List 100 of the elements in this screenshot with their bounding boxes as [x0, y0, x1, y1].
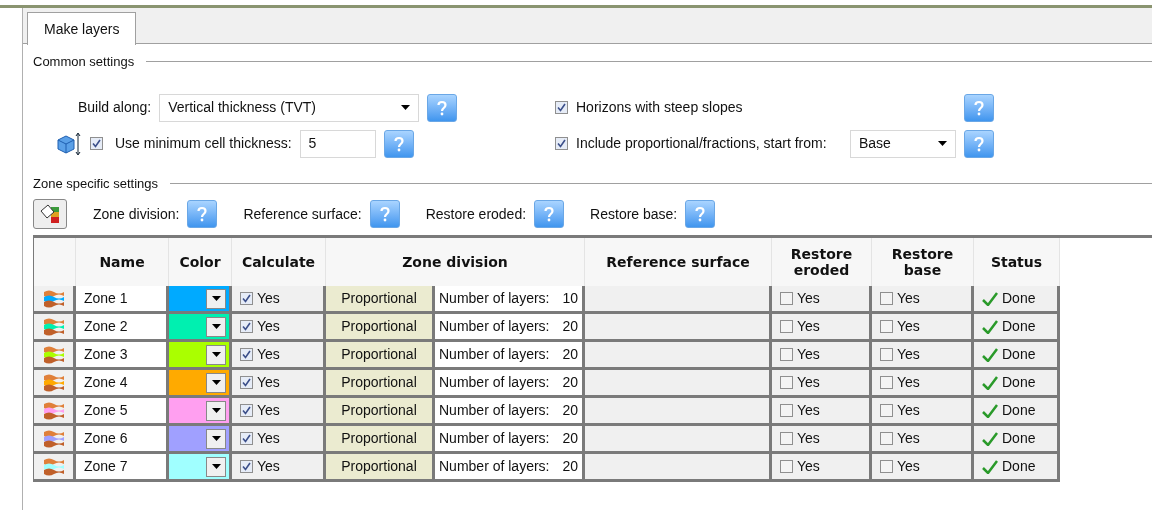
caret-icon: [211, 324, 221, 329]
table-cell-text: Number of layers:: [439, 345, 550, 364]
checkbox[interactable]: [880, 320, 893, 333]
table-cell-text: 20: [562, 373, 578, 392]
checkbox-label: Yes: [257, 373, 280, 392]
caret-icon: [211, 408, 221, 413]
checkbox[interactable]: [780, 320, 793, 333]
color-picker[interactable]: [169, 342, 232, 370]
color-picker[interactable]: [169, 426, 232, 454]
table-cell-text: Number of layers:: [439, 457, 550, 476]
checkbox-label: Yes: [257, 401, 280, 420]
caret-icon: [401, 105, 411, 110]
thickness-field[interactable]: 5: [299, 129, 376, 158]
column-header: Color: [169, 238, 232, 286]
checkbox[interactable]: [780, 376, 793, 389]
checkbox[interactable]: [555, 137, 568, 150]
help-button[interactable]: [369, 200, 400, 228]
table-cell-text: 20: [562, 429, 578, 448]
method-button[interactable]: Proportional: [326, 454, 435, 482]
method-button[interactable]: Proportional: [326, 398, 435, 426]
help-button[interactable]: [427, 93, 458, 122]
method-button[interactable]: Proportional: [326, 286, 435, 314]
checkbox[interactable]: [880, 432, 893, 445]
checkbox[interactable]: [240, 292, 253, 305]
color-picker[interactable]: [169, 370, 232, 398]
checkbox[interactable]: [880, 376, 893, 389]
paint-tool-button[interactable]: [33, 199, 67, 229]
color-picker[interactable]: [169, 398, 232, 426]
checkbox[interactable]: [880, 292, 893, 305]
checkbox[interactable]: [780, 404, 793, 417]
checkbox[interactable]: [780, 292, 793, 305]
checkmark-icon: [982, 319, 998, 334]
color-picker[interactable]: [169, 454, 232, 482]
checkbox[interactable]: [880, 348, 893, 361]
column-header: Calculate: [232, 238, 326, 286]
checkbox-label: Yes: [797, 317, 820, 336]
checkbox-label: Yes: [897, 401, 920, 420]
checkbox-label: Yes: [797, 345, 820, 364]
help-icon: [974, 135, 984, 152]
checkmark-icon: [982, 459, 998, 474]
table-cell-text: 20: [562, 317, 578, 336]
color-picker[interactable]: [169, 286, 232, 314]
help-button[interactable]: [685, 200, 716, 228]
field-label: Build along:: [78, 98, 152, 117]
status-text: Done: [1002, 429, 1036, 448]
caret-icon: [938, 141, 947, 146]
column-header: Status: [974, 238, 1060, 286]
checkbox-label: Yes: [897, 429, 920, 448]
checkbox[interactable]: [880, 404, 893, 417]
checkbox-label: Yes: [797, 401, 820, 420]
checkbox[interactable]: [240, 404, 253, 417]
table-cell-text: Number of layers:: [439, 429, 550, 448]
checkbox-label: Yes: [257, 429, 280, 448]
help-button[interactable]: [964, 93, 994, 122]
checkmark-icon: [982, 431, 998, 446]
help-button[interactable]: [534, 200, 565, 228]
help-label: Zone division:: [93, 204, 180, 224]
table-cell-text: Number of layers:: [439, 317, 550, 336]
checkbox[interactable]: [240, 320, 253, 333]
table-cell-text: Number of layers:: [439, 373, 550, 392]
help-icon: [437, 99, 448, 116]
checkbox-label: Yes: [897, 373, 920, 392]
checkbox[interactable]: [240, 348, 253, 361]
checkbox[interactable]: [880, 460, 893, 473]
table-cell-text: 20: [562, 457, 578, 476]
tab[interactable]: Make layers: [27, 12, 137, 45]
help-icon: [695, 206, 706, 222]
checkbox-label: Yes: [797, 457, 820, 476]
checkbox[interactable]: [240, 432, 253, 445]
checkmark-icon: [982, 403, 998, 418]
method-button[interactable]: Proportional: [326, 342, 435, 370]
checkbox[interactable]: [240, 376, 253, 389]
checkbox-label: Horizons with steep slopes: [576, 98, 744, 117]
checkbox[interactable]: [780, 432, 793, 445]
column-header: Zone division: [326, 238, 585, 286]
checkbox[interactable]: [90, 137, 103, 150]
help-button[interactable]: [964, 129, 994, 158]
checkbox[interactable]: [240, 460, 253, 473]
start-from-dropdown[interactable]: Base: [850, 129, 956, 158]
method-button[interactable]: Proportional: [326, 426, 435, 454]
status-text: Done: [1002, 345, 1036, 364]
help-label: Restore base:: [590, 204, 678, 224]
help-icon: [974, 99, 984, 116]
status-text: Done: [1002, 401, 1036, 420]
checkbox[interactable]: [780, 348, 793, 361]
checkbox[interactable]: [555, 101, 568, 114]
caret-icon: [211, 380, 221, 385]
column-header: Name: [76, 238, 169, 286]
help-label: Reference surface:: [243, 204, 362, 224]
status-text: Done: [1002, 289, 1036, 308]
checkbox-label: Yes: [897, 457, 920, 476]
build-along-dropdown[interactable]: Vertical thickness (TVT): [159, 93, 420, 122]
help-button[interactable]: [187, 200, 218, 228]
method-button[interactable]: Proportional: [326, 314, 435, 342]
help-icon: [544, 206, 555, 222]
checkbox[interactable]: [780, 460, 793, 473]
help-button[interactable]: [383, 129, 414, 158]
checkbox-label: Yes: [797, 289, 820, 308]
color-picker[interactable]: [169, 314, 232, 342]
method-button[interactable]: Proportional: [326, 370, 435, 398]
